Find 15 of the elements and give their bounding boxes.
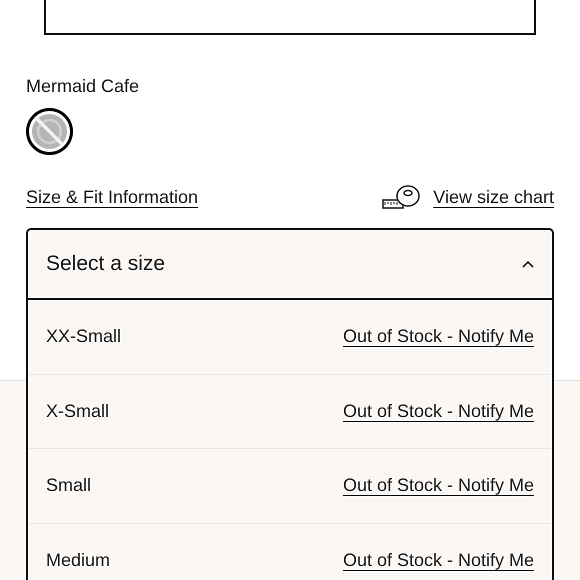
notify-link[interactable]: Out of Stock - Notify Me — [342, 323, 534, 350]
notify-link[interactable]: Out of Stock - Notify Me — [342, 546, 534, 574]
color-name: Mermaid Cafe — [26, 75, 140, 97]
notify-link[interactable]: Out of Stock - Notify Me — [342, 472, 534, 500]
size-option[interactable]: Medium — [46, 546, 110, 574]
chevron-icon — [522, 260, 534, 268]
notify-link[interactable]: Out of Stock - Notify Me — [342, 398, 534, 425]
size-chart-link[interactable]: View size chart — [433, 184, 554, 210]
size-option[interactable]: XX-Small — [46, 323, 122, 350]
size-select[interactable]: Select a size — [28, 230, 552, 300]
tape-measure-icon — [381, 184, 422, 210]
size-option[interactable]: Small — [46, 472, 92, 500]
size-option[interactable]: X-Small — [46, 398, 110, 425]
color-swatch[interactable] — [26, 108, 73, 155]
size-fit-link[interactable]: Size & Fit Information — [26, 184, 198, 210]
